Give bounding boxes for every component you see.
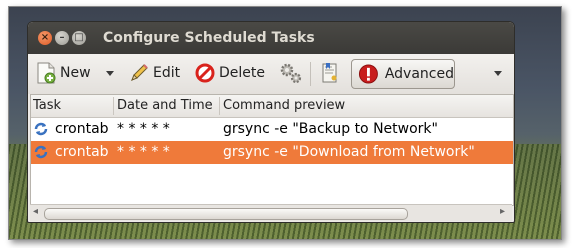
advanced-button[interactable]: Advanced [351,59,455,89]
task-command: grsync -e "Download from Network" [223,144,475,160]
close-window-button[interactable]: × [38,31,52,45]
column-divider[interactable] [113,97,114,115]
scroll-left-arrow-icon[interactable]: ◂ [33,206,38,217]
titlebar: × – □ Configure Scheduled Tasks [28,22,514,54]
minimize-window-button[interactable]: – [55,31,69,45]
edit-button-label: Edit [153,65,181,81]
exclamation-icon [358,64,378,84]
configure-scheduled-tasks-window: × – □ Configure Scheduled Tasks New Edit… [27,21,515,223]
toolbar-overflow-button[interactable] [493,60,503,86]
table-row-selected[interactable]: crontab * * * * * grsync -e "Download fr… [31,141,513,164]
maximize-window-button[interactable]: □ [72,31,86,45]
column-header-command-preview[interactable]: Command preview [223,98,345,113]
delete-button[interactable]: Delete [195,60,265,86]
overflow-arrow-icon [494,71,502,76]
new-document-icon [37,62,56,84]
dropdown-arrow-icon [106,71,114,76]
task-name: crontab [55,121,109,137]
window-title: Configure Scheduled Tasks [103,30,315,46]
table-header: Task Date and Time Command preview [31,95,513,118]
refresh-icon [33,121,49,141]
task-command: grsync -e "Backup to Network" [223,121,438,137]
toolbar-separator [310,62,311,86]
delete-icon [195,63,215,83]
task-name: crontab [55,144,109,160]
template-icon [322,63,337,83]
column-header-date-time[interactable]: Date and Time [117,98,213,113]
task-date-time: * * * * * [117,144,170,160]
table-row[interactable]: crontab * * * * * grsync -e "Backup to N… [31,118,513,141]
tasks-table: Task Date and Time Command preview cront… [30,94,514,206]
column-divider[interactable] [219,97,220,115]
advanced-button-label: Advanced [384,66,454,82]
new-button[interactable]: New [36,60,91,86]
column-header-task[interactable]: Task [33,98,61,113]
task-date-time: * * * * * [117,121,170,137]
new-button-label: New [60,65,91,81]
horizontal-scrollbar[interactable]: ◂ ▸ [30,204,512,221]
toolbar: New Edit Delete Advanced [28,54,514,94]
run-task-button[interactable] [279,60,303,86]
new-menu-dropdown[interactable] [105,60,115,86]
scroll-right-arrow-icon[interactable]: ▸ [500,206,505,217]
refresh-icon [33,144,49,164]
pencil-icon [131,64,148,81]
template-button[interactable] [320,60,340,86]
scrollbar-thumb[interactable] [44,208,408,220]
edit-button[interactable]: Edit [129,60,180,86]
delete-button-label: Delete [219,65,265,81]
gears-icon [280,63,302,84]
